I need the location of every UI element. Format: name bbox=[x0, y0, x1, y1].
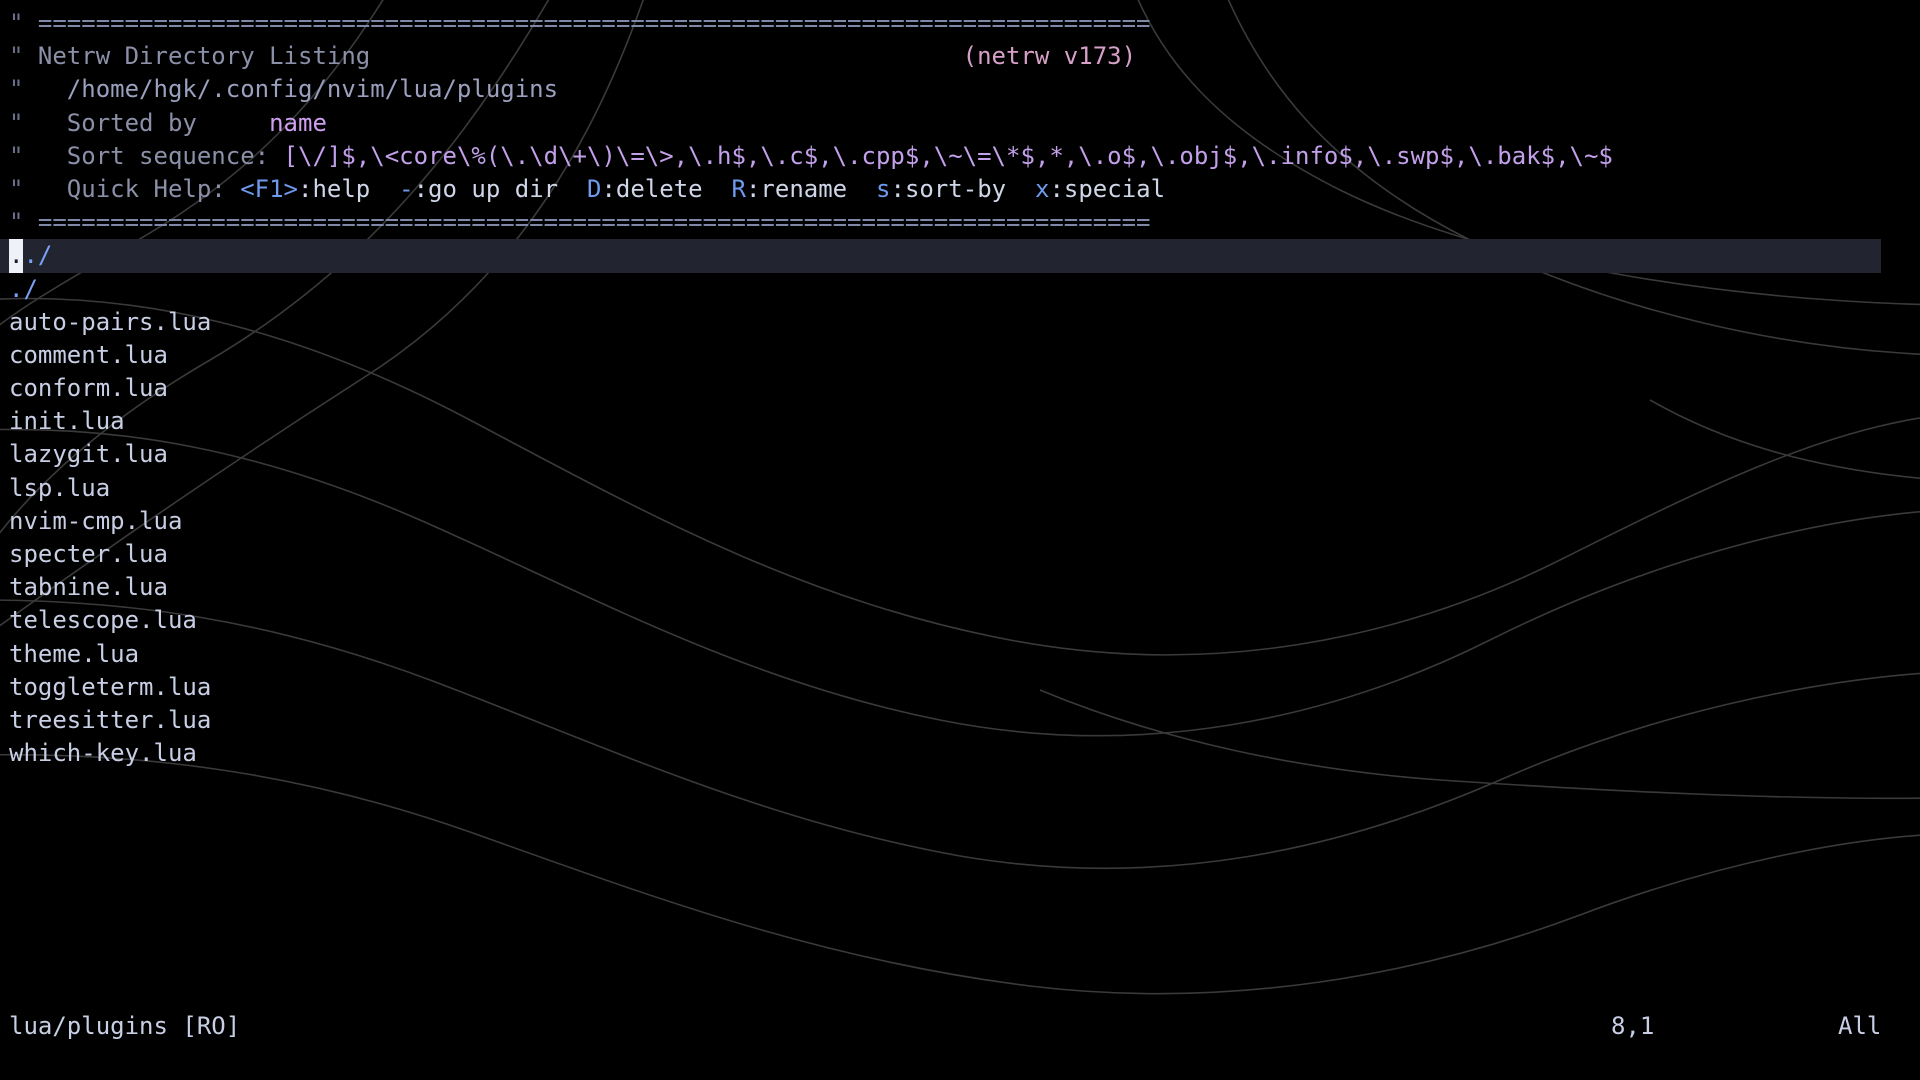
netrw-buffer[interactable]: " ======================================… bbox=[0, 7, 1920, 770]
quick-help-key-d[interactable]: D bbox=[587, 175, 601, 203]
banner-quote-icon: " bbox=[9, 75, 24, 104]
banner-quote-icon: " bbox=[9, 9, 24, 37]
banner-quote-icon: " bbox=[9, 208, 24, 237]
netrw-entry-label: lsp.lua bbox=[9, 473, 111, 502]
netrw-entry-label: telescope.lua bbox=[9, 606, 197, 635]
sorted-by-value[interactable]: name bbox=[269, 109, 327, 137]
banner-quote-icon: " bbox=[9, 108, 24, 137]
quick-help-key-s[interactable]: s bbox=[876, 175, 890, 203]
quick-help-key-r[interactable]: R bbox=[732, 175, 746, 203]
banner-sort-sequence-line: " Sort sequence: [\/]$,\<core\%(\.\d\+\)… bbox=[0, 140, 1920, 173]
quick-help-desc-f1: :help bbox=[298, 174, 371, 203]
neovim-window: " ======================================… bbox=[0, 0, 1920, 1080]
quick-help-desc-d: :delete bbox=[601, 174, 703, 203]
netrw-entry-label: nvim-cmp.lua bbox=[9, 506, 183, 535]
banner-path-line: " /home/hgk/.config/nvim/lua/plugins bbox=[0, 73, 1920, 106]
netrw-entry[interactable]: toggleterm.lua bbox=[0, 671, 1920, 704]
netrw-entry[interactable]: comment.lua bbox=[0, 339, 1920, 372]
netrw-entry[interactable]: nvim-cmp.lua bbox=[0, 505, 1920, 538]
netrw-entry-label: init.lua bbox=[9, 407, 125, 436]
netrw-entry-label: ./ bbox=[9, 274, 38, 303]
quick-help-key-x[interactable]: x bbox=[1035, 175, 1049, 203]
netrw-entry-label: treesitter.lua bbox=[9, 705, 212, 734]
quick-help-desc-s: :sort-by bbox=[890, 174, 1007, 203]
netrw-entry[interactable]: which-key.lua bbox=[0, 737, 1920, 770]
banner-title-line: " Netrw Directory Listing (netrw v173) bbox=[9, 42, 1137, 71]
sorted-by-gap bbox=[197, 109, 269, 137]
netrw-entry[interactable]: telescope.lua bbox=[0, 604, 1920, 637]
netrw-entry[interactable]: specter.lua bbox=[0, 538, 1920, 571]
banner-title-gap bbox=[370, 42, 962, 70]
quick-help-key-dash[interactable]: - bbox=[399, 175, 413, 203]
sort-sequence-label: Sort sequence: bbox=[23, 141, 284, 170]
netrw-entry-label: conform.lua bbox=[9, 374, 168, 403]
current-directory-path: /home/hgk/.config/nvim/lua/plugins bbox=[23, 75, 559, 104]
netrw-entry[interactable]: lsp.lua bbox=[0, 472, 1920, 505]
banner-quick-help-line: " Quick Help: <F1>:help -:go up dir D:de… bbox=[0, 173, 1920, 206]
netrw-entry-label: ./ bbox=[23, 241, 53, 270]
quick-help-desc-dash: :go up dir bbox=[413, 174, 559, 203]
banner-sorted-by-line: " Sorted by name bbox=[0, 107, 1920, 140]
netrw-entry-list[interactable]: ./ auto-pairs.lua comment.lua conform.lua in… bbox=[0, 273, 1920, 771]
netrw-entry[interactable]: init.lua bbox=[0, 405, 1920, 438]
netrw-entry[interactable]: lazygit.lua bbox=[0, 438, 1920, 471]
quick-help-items: <F1>:help -:go up dir D:delete R:rename … bbox=[240, 175, 1165, 203]
netrw-entry[interactable]: conform.lua bbox=[0, 372, 1920, 405]
netrw-entry[interactable]: treesitter.lua bbox=[0, 704, 1920, 737]
netrw-entry-label: comment.lua bbox=[9, 340, 168, 369]
sorted-by-label: Sorted by bbox=[23, 108, 197, 137]
statusline: lua/plugins [RO] 8,1 All bbox=[0, 1010, 1920, 1044]
terminal-content: " ======================================… bbox=[0, 0, 1920, 1080]
netrw-entry[interactable]: auto-pairs.lua bbox=[0, 306, 1920, 339]
netrw-version: (netrw v173) bbox=[962, 42, 1137, 71]
statusline-buffer-name: lua/plugins [RO] bbox=[9, 1012, 241, 1040]
text-cursor: . bbox=[9, 239, 24, 273]
banner-quote-icon: " bbox=[9, 174, 24, 203]
quick-help-desc-x: :special bbox=[1049, 174, 1166, 203]
banner-separator-top: " ======================================… bbox=[9, 9, 1151, 37]
netrw-entry[interactable]: tabnine.lua bbox=[0, 571, 1920, 604]
sort-sequence-value: [\/]$,\<core\%(\.\d\+\)\=\>,\.h$,\.c$,\.… bbox=[283, 141, 1613, 170]
quick-help-desc-r: :rename bbox=[745, 174, 848, 203]
netrw-entry-label: auto-pairs.lua bbox=[9, 307, 212, 336]
banner-separator-bottom: " ======================================… bbox=[9, 208, 1151, 237]
netrw-entry-parent-dir[interactable]: ../ bbox=[0, 239, 1881, 273]
statusline-scroll-position: All bbox=[1838, 1012, 1882, 1040]
quick-help-key-f1[interactable]: <F1> bbox=[240, 175, 298, 203]
netrw-entry-label: toggleterm.lua bbox=[9, 672, 212, 701]
netrw-entry[interactable]: ./ bbox=[0, 273, 1920, 306]
netrw-entry-label: which-key.lua bbox=[9, 739, 197, 768]
netrw-entry-label: specter.lua bbox=[9, 540, 168, 568]
netrw-entry-label: lazygit.lua bbox=[9, 440, 168, 469]
banner-quote-icon: " bbox=[9, 141, 24, 170]
statusline-ruler: 8,1 bbox=[1611, 1012, 1655, 1040]
netrw-entry[interactable]: theme.lua bbox=[0, 638, 1920, 671]
netrw-entry-label: tabnine.lua bbox=[9, 573, 168, 602]
quick-help-label: Quick Help: bbox=[23, 174, 241, 203]
banner-quote-icon: " bbox=[9, 42, 24, 71]
netrw-entry-label: theme.lua bbox=[9, 639, 140, 668]
